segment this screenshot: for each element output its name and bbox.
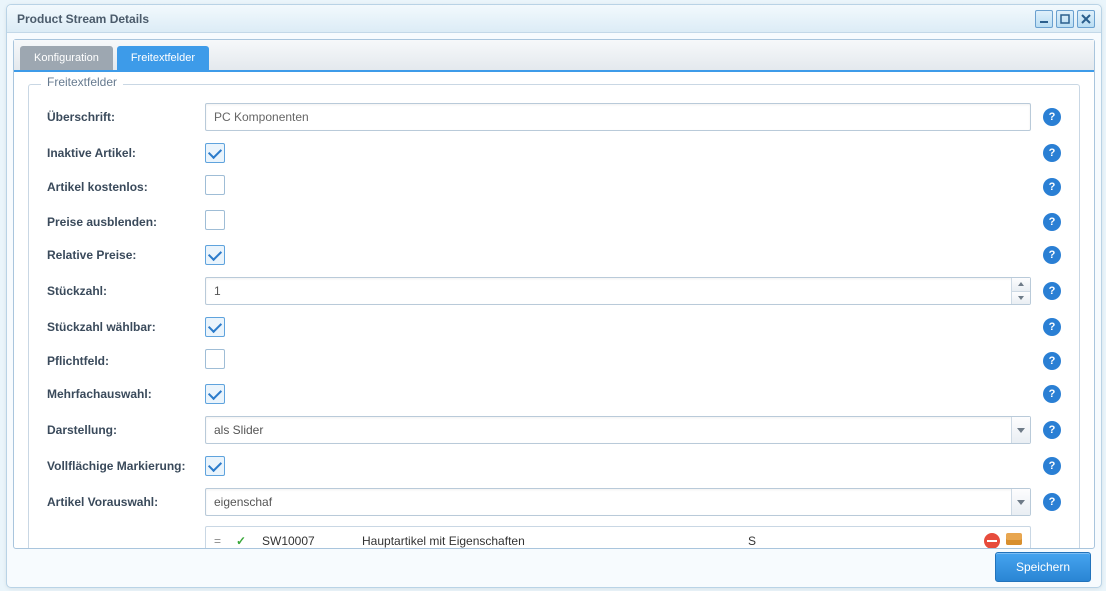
fieldset-freitextfelder: Freitextfelder Überschrift: ? Inaktive A… — [28, 84, 1080, 548]
row-mehrfachauswahl: Mehrfachauswahl: ? — [47, 384, 1061, 404]
window: Product Stream Details Konfiguration Fre… — [6, 4, 1102, 588]
form-scroll[interactable]: Freitextfelder Überschrift: ? Inaktive A… — [14, 72, 1094, 548]
stueckzahl-input[interactable] — [206, 278, 1011, 304]
label-artikel-kostenlos: Artikel kostenlos: — [47, 180, 205, 194]
stueckzahl-spinner — [205, 277, 1031, 305]
label-mehrfachauswahl: Mehrfachauswahl: — [47, 387, 205, 401]
ueberschrift-input[interactable] — [206, 104, 1030, 130]
body-panel: Konfiguration Freitextfelder Freitextfel… — [13, 39, 1095, 549]
window-title: Product Stream Details — [17, 12, 1035, 26]
label-vollflaechige-markierung: Vollflächige Markierung: — [47, 459, 205, 473]
table-row[interactable]: = ✓ SW10007 Hauptartikel mit Eigenschaft… — [206, 527, 1030, 548]
spin-up-icon[interactable] — [1012, 278, 1030, 292]
darstellung-combo — [205, 416, 1031, 444]
help-icon[interactable]: ? — [1043, 421, 1061, 439]
help-icon[interactable]: ? — [1043, 318, 1061, 336]
row-ueberschrift: Überschrift: ? — [47, 103, 1061, 131]
tab-konfiguration[interactable]: Konfiguration — [20, 46, 113, 70]
checkbox-pflichtfeld[interactable] — [205, 349, 225, 369]
checkbox-relative-preise[interactable] — [205, 245, 225, 265]
maximize-icon[interactable] — [1056, 10, 1074, 28]
row-stueckzahl: Stückzahl: ? — [47, 277, 1061, 305]
checkbox-artikel-kostenlos[interactable] — [205, 175, 225, 195]
label-inaktive-artikel: Inaktive Artikel: — [47, 146, 205, 160]
row-pflichtfeld: Pflichtfeld: ? — [47, 349, 1061, 372]
label-darstellung: Darstellung: — [47, 423, 205, 437]
row-preise-ausblenden: Preise ausblenden: ? — [47, 210, 1061, 233]
cell-name: Hauptartikel mit Eigenschaften — [362, 534, 748, 548]
row-artikel-vorauswahl: Artikel Vorauswahl: ? — [47, 488, 1061, 516]
tab-freitextfelder[interactable]: Freitextfelder — [117, 46, 209, 70]
window-controls — [1035, 10, 1095, 28]
artikel-vorauswahl-combo — [205, 488, 1031, 516]
help-icon[interactable]: ? — [1043, 457, 1061, 475]
cell-s: S — [748, 534, 978, 548]
help-icon[interactable]: ? — [1043, 282, 1061, 300]
chevron-down-icon[interactable] — [1011, 417, 1030, 443]
save-button[interactable]: Speichern — [995, 552, 1091, 582]
label-artikel-vorauswahl: Artikel Vorauswahl: — [47, 495, 205, 509]
row-artikel-kostenlos: Artikel kostenlos: ? — [47, 175, 1061, 198]
cell-sku: SW10007 — [262, 534, 362, 548]
check-icon: ✓ — [236, 534, 262, 548]
help-icon[interactable]: ? — [1043, 144, 1061, 162]
row-inaktive-artikel: Inaktive Artikel: ? — [47, 143, 1061, 163]
tabs-bar: Konfiguration Freitextfelder — [14, 40, 1094, 72]
remove-icon[interactable] — [984, 533, 1000, 548]
checkbox-preise-ausblenden[interactable] — [205, 210, 225, 230]
help-icon[interactable]: ? — [1043, 385, 1061, 403]
row-relative-preise: Relative Preise: ? — [47, 245, 1061, 265]
checkbox-vollflaechige-markierung[interactable] — [205, 456, 225, 476]
ueberschrift-input-wrap — [205, 103, 1031, 131]
close-icon[interactable] — [1077, 10, 1095, 28]
help-icon[interactable]: ? — [1043, 352, 1061, 370]
label-preise-ausblenden: Preise ausblenden: — [47, 215, 205, 229]
label-stueckzahl-waehlbar: Stückzahl wählbar: — [47, 320, 205, 334]
cell-eq: = — [214, 534, 236, 548]
checkbox-stueckzahl-waehlbar[interactable] — [205, 317, 225, 337]
label-ueberschrift: Überschrift: — [47, 110, 205, 124]
help-icon[interactable]: ? — [1043, 178, 1061, 196]
artikel-vorauswahl-input[interactable] — [206, 489, 1011, 515]
row-vorauswahl-grid: = ✓ SW10007 Hauptartikel mit Eigenschaft… — [47, 520, 1061, 548]
help-icon[interactable]: ? — [1043, 246, 1061, 264]
help-icon[interactable]: ? — [1043, 213, 1061, 231]
checkbox-inaktive-artikel[interactable] — [205, 143, 225, 163]
footer: Speichern — [13, 551, 1095, 583]
checkbox-mehrfachauswahl[interactable] — [205, 384, 225, 404]
label-relative-preise: Relative Preise: — [47, 248, 205, 262]
minimize-icon[interactable] — [1035, 10, 1053, 28]
help-icon[interactable]: ? — [1043, 108, 1061, 126]
darstellung-input[interactable] — [206, 417, 1011, 443]
spin-down-icon[interactable] — [1012, 292, 1030, 305]
titlebar: Product Stream Details — [7, 5, 1101, 33]
help-icon[interactable]: ? — [1043, 493, 1061, 511]
vorauswahl-grid: = ✓ SW10007 Hauptartikel mit Eigenschaft… — [205, 526, 1031, 548]
open-icon[interactable] — [1006, 533, 1022, 545]
row-stueckzahl-waehlbar: Stückzahl wählbar: ? — [47, 317, 1061, 337]
label-stueckzahl: Stückzahl: — [47, 284, 205, 298]
row-darstellung: Darstellung: ? — [47, 416, 1061, 444]
label-pflichtfeld: Pflichtfeld: — [47, 354, 205, 368]
chevron-down-icon[interactable] — [1011, 489, 1030, 515]
fieldset-legend: Freitextfelder — [41, 75, 123, 89]
row-vollflaechige-markierung: Vollflächige Markierung: ? — [47, 456, 1061, 476]
